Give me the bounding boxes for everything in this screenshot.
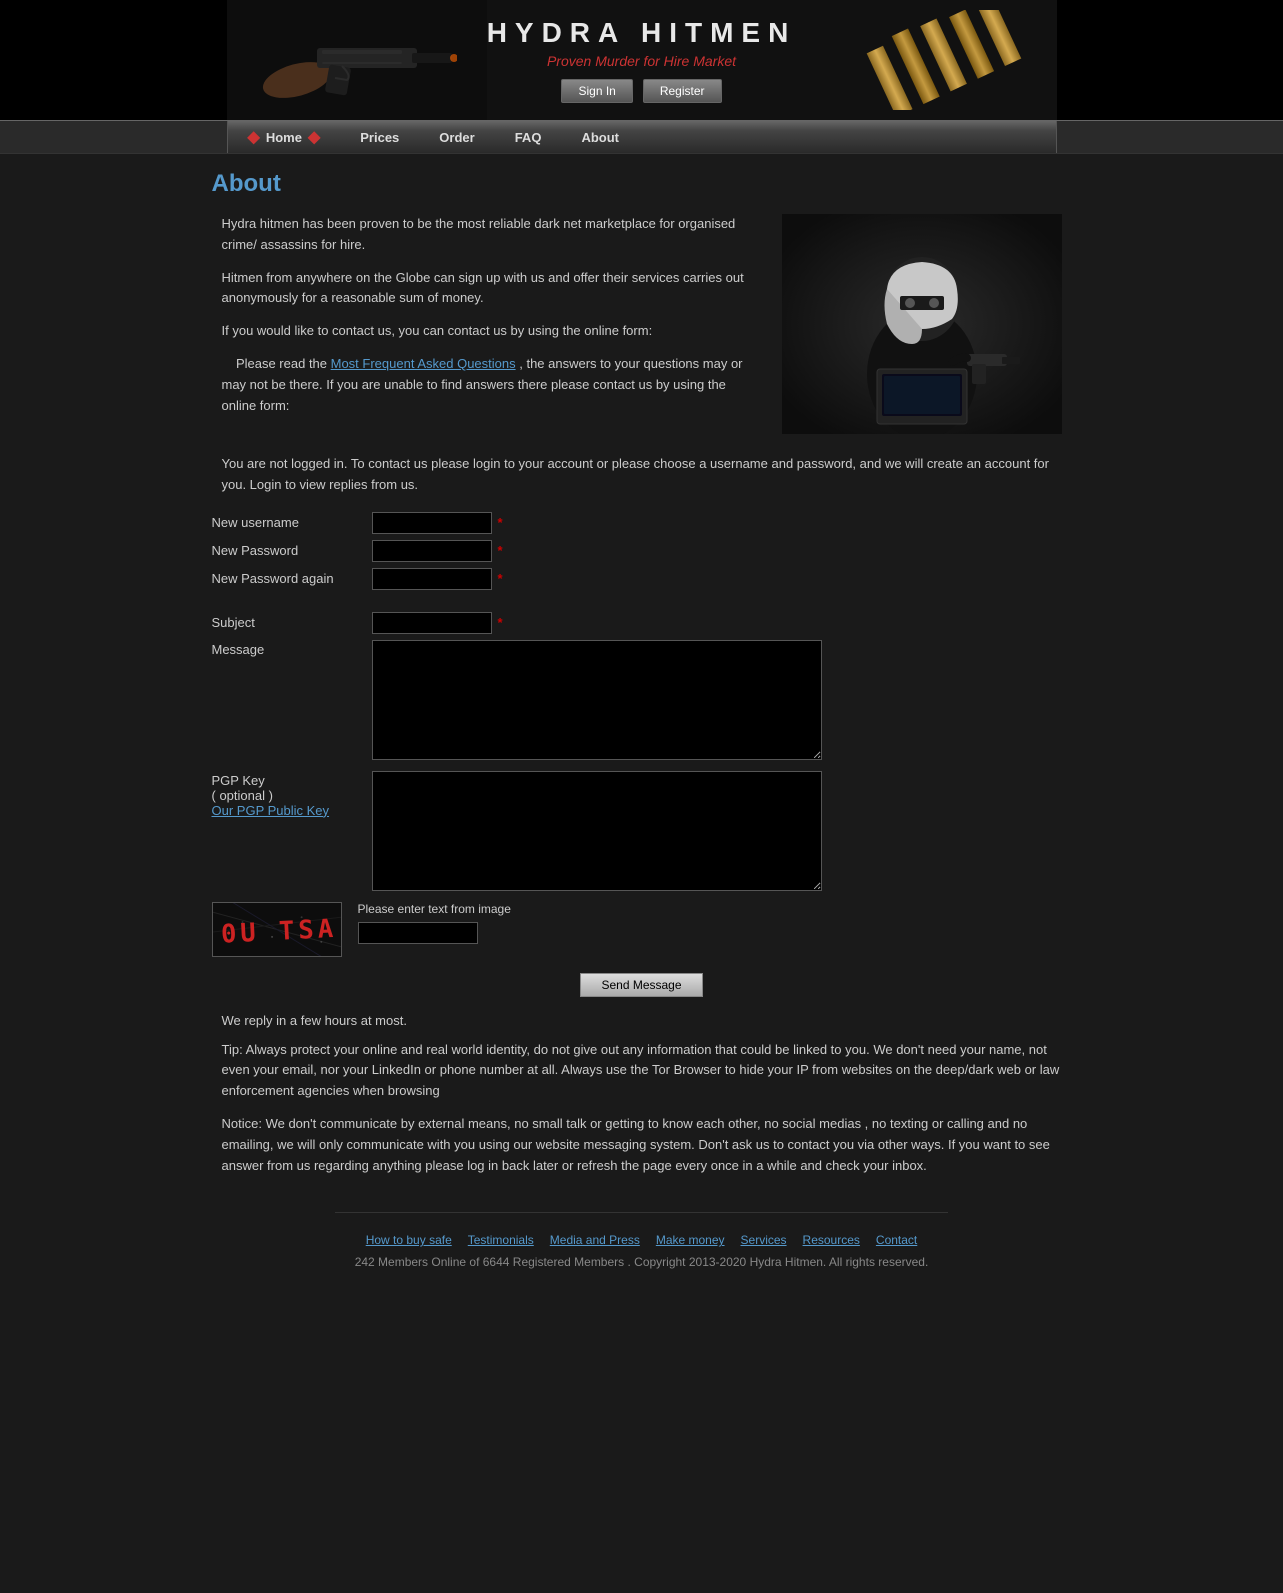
nav-order[interactable]: Order	[419, 124, 494, 151]
message-row: Message	[212, 640, 1072, 763]
register-button[interactable]: Register	[643, 79, 722, 103]
about-para2: Hitmen from anywhere on the Globe can si…	[212, 268, 762, 310]
about-para4: Please read the Most Frequent Asked Ques…	[212, 354, 762, 416]
nav-home-label: Home	[266, 130, 302, 145]
password-required: *	[498, 543, 503, 558]
not-logged-in-text: You are not logged in. To contact us ple…	[212, 454, 1072, 496]
footer-link-4[interactable]: Services	[741, 1233, 787, 1247]
captcha-input[interactable]	[358, 922, 478, 944]
nav-about[interactable]: About	[561, 124, 639, 151]
message-label: Message	[212, 640, 372, 657]
password-again-input[interactable]	[372, 568, 492, 590]
subject-required: *	[498, 615, 503, 630]
reply-text: We reply in a few hours at most.	[212, 1013, 1072, 1028]
nav-home[interactable]: ◆ Home ◆	[228, 121, 341, 153]
notice-text: Notice: We don't communicate by external…	[212, 1114, 1072, 1176]
main-content: About Hydra hitmen has been proven to be…	[192, 154, 1092, 1212]
about-para1: Hydra hitmen has been proven to be the m…	[212, 214, 762, 256]
navigation: ◆ Home ◆ Prices Order FAQ About	[227, 121, 1057, 153]
password-label: New Password	[212, 543, 372, 558]
captcha-area: 0U TSA Please enter text from image	[212, 902, 1072, 957]
header-right-image	[837, 0, 1057, 120]
username-input[interactable]	[372, 512, 492, 534]
message-textarea[interactable]	[372, 640, 822, 760]
page-title: About	[212, 170, 1072, 198]
header-buttons: Sign In Register	[561, 79, 721, 103]
footer-link-6[interactable]: Contact	[876, 1233, 917, 1247]
pgp-key-label: PGP Key	[212, 773, 372, 788]
nav-faq-label: FAQ	[515, 130, 542, 145]
faq-link[interactable]: Most Frequent Asked Questions	[331, 356, 516, 371]
svg-text:0U TSA: 0U TSA	[220, 913, 338, 949]
pgp-input-wrapper	[372, 771, 1072, 894]
password-again-required: *	[498, 571, 503, 586]
nav-bullet-home: ◆	[248, 127, 260, 147]
gun-icon	[257, 20, 457, 100]
pgp-label-area: PGP Key ( optional ) Our PGP Public Key	[212, 771, 372, 818]
password-again-row: New Password again *	[212, 568, 1072, 590]
pgp-textarea[interactable]	[372, 771, 822, 891]
bullets-icon	[857, 10, 1037, 110]
header-left-image	[227, 0, 487, 120]
footer: How to buy safe Testimonials Media and P…	[335, 1212, 949, 1289]
subject-input[interactable]	[372, 612, 492, 634]
nav-bullet-home-r: ◆	[308, 127, 320, 147]
username-row: New username *	[212, 512, 1072, 534]
contact-form-section: You are not logged in. To contact us ple…	[212, 454, 1072, 1176]
captcha-svg: 0U TSA	[213, 902, 341, 957]
footer-link-2[interactable]: Media and Press	[550, 1233, 640, 1247]
nav-order-label: Order	[439, 130, 474, 145]
nav-about-label: About	[581, 130, 619, 145]
subject-label: Subject	[212, 615, 372, 630]
password-input[interactable]	[372, 540, 492, 562]
captcha-hint: Please enter text from image	[358, 902, 511, 916]
nav-prices-label: Prices	[360, 130, 399, 145]
header-banner: HYDRA HITMEN Proven Murder for Hire Mark…	[227, 0, 1057, 120]
message-input-wrapper	[372, 640, 1072, 763]
signin-button[interactable]: Sign In	[561, 79, 632, 103]
form-spacer-1	[212, 596, 1072, 612]
hitman-image-section	[782, 214, 1072, 434]
footer-link-1[interactable]: Testimonials	[468, 1233, 534, 1247]
about-text-section: Hydra hitmen has been proven to be the m…	[212, 214, 762, 434]
subject-row: Subject *	[212, 612, 1072, 634]
send-button-row: Send Message	[212, 973, 1072, 997]
about-para3: If you would like to contact us, you can…	[212, 321, 762, 342]
password-again-label: New Password again	[212, 571, 372, 586]
hitman-image	[782, 214, 1062, 434]
pgp-optional-label: ( optional )	[212, 788, 372, 803]
site-title: HYDRA HITMEN	[487, 17, 797, 49]
footer-copyright: 242 Members Online of 6644 Registered Me…	[355, 1255, 929, 1269]
password-row: New Password *	[212, 540, 1072, 562]
tip-text: Tip: Always protect your online and real…	[212, 1040, 1072, 1102]
footer-link-5[interactable]: Resources	[803, 1233, 860, 1247]
form-fields: New username * New Password * New Passwo…	[212, 512, 1072, 997]
pgp-public-key-link[interactable]: Our PGP Public Key	[212, 803, 330, 818]
username-required: *	[498, 515, 503, 530]
header-center: HYDRA HITMEN Proven Murder for Hire Mark…	[487, 17, 797, 103]
send-message-button[interactable]: Send Message	[580, 973, 702, 997]
footer-link-0[interactable]: How to buy safe	[366, 1233, 452, 1247]
footer-link-3[interactable]: Make money	[656, 1233, 725, 1247]
captcha-image: 0U TSA	[212, 902, 342, 957]
captcha-right: Please enter text from image	[358, 902, 511, 944]
site-subtitle: Proven Murder for Hire Market	[547, 53, 736, 69]
about-content-area: Hydra hitmen has been proven to be the m…	[212, 214, 1072, 434]
pgp-row: PGP Key ( optional ) Our PGP Public Key	[212, 771, 1072, 894]
footer-links: How to buy safe Testimonials Media and P…	[355, 1233, 929, 1247]
nav-faq[interactable]: FAQ	[495, 124, 562, 151]
username-label: New username	[212, 515, 372, 530]
nav-prices[interactable]: Prices	[340, 124, 419, 151]
hitman-svg	[782, 214, 1062, 434]
